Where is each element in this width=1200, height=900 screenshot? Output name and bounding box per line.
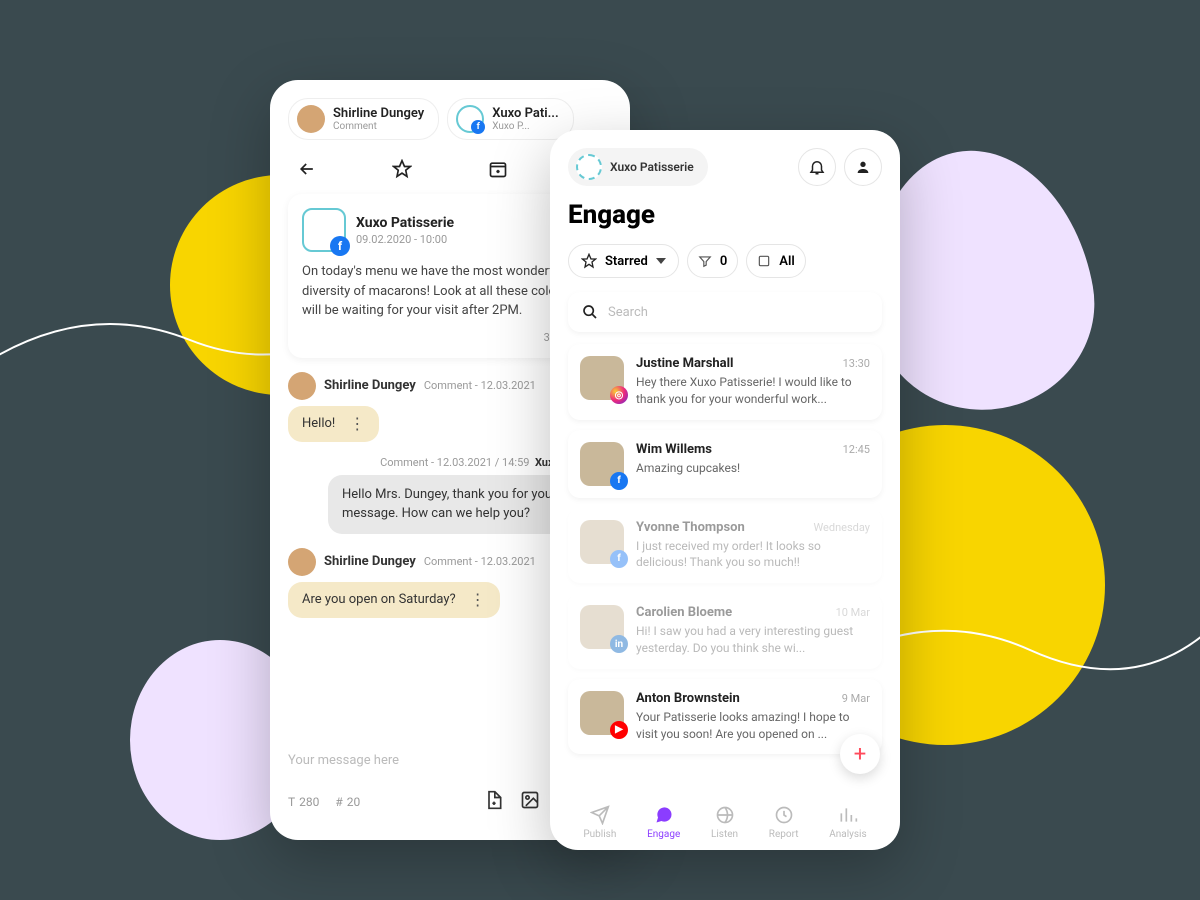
fb-icon: f [610, 472, 628, 490]
message-card[interactable]: fWim Willems12:45Amazing cupcakes! [568, 430, 882, 498]
comment-bubble[interactable]: Are you open on Saturday? ⋮ [288, 582, 500, 618]
brand-logo-icon [576, 154, 602, 180]
facebook-icon: f [330, 236, 350, 256]
avatar: f [580, 520, 624, 564]
li-icon: in [610, 635, 628, 653]
reply-bubble[interactable]: Hello Mrs. Dungey, thank you for your me… [328, 475, 588, 534]
more-icon[interactable]: ⋮ [349, 416, 365, 432]
message-card[interactable]: ▶Anton Brownstein9 MarYour Patisserie lo… [568, 679, 882, 755]
attach-image-icon[interactable] [520, 790, 540, 814]
notifications-button[interactable] [798, 148, 836, 186]
avatar [297, 105, 325, 133]
page-title: Engage [568, 200, 882, 230]
breadcrumb-brand[interactable]: f Xuxo Pati... Xuxo P... [447, 98, 573, 140]
avatar [288, 548, 316, 576]
more-icon[interactable]: ⋮ [470, 592, 486, 608]
tab-report[interactable]: Report [769, 804, 799, 840]
breadcrumb-user[interactable]: Shirline Dungey Comment [288, 98, 439, 140]
hashtag-count: # 20 [335, 795, 360, 809]
facebook-icon: f [471, 120, 485, 134]
tab-listen[interactable]: Listen [711, 804, 738, 840]
char-count: T 280 [288, 795, 319, 809]
back-icon[interactable] [296, 158, 318, 180]
avatar: f [456, 105, 484, 133]
avatar: ▶ [580, 691, 624, 735]
message-card[interactable]: inCarolien Bloeme10 MarHi! I saw you had… [568, 593, 882, 669]
ig-icon: ◎ [610, 386, 628, 404]
message-card[interactable]: fYvonne ThompsonWednesdayI just received… [568, 508, 882, 584]
message-card[interactable]: ◎Justine Marshall13:30Hey there Xuxo Pat… [568, 344, 882, 420]
chevron-down-icon [656, 258, 666, 264]
tab-bar: Publish Engage Listen Report Analysis [568, 794, 882, 840]
fb-icon: f [610, 550, 628, 568]
tab-engage[interactable]: Engage [647, 804, 680, 840]
filter-all[interactable]: All [746, 244, 805, 278]
yt-icon: ▶ [610, 721, 628, 739]
filter-count[interactable]: 0 [687, 244, 738, 278]
avatar: ◎ [580, 356, 624, 400]
search-icon [582, 304, 598, 320]
brand-avatar: f [302, 208, 346, 252]
search-box[interactable] [568, 292, 882, 332]
avatar: f [580, 442, 624, 486]
avatar [288, 372, 316, 400]
engage-phone: Xuxo Patisserie Engage Starred 0 All ◎Ju… [550, 130, 900, 850]
calendar-add-icon[interactable] [487, 158, 509, 180]
comment-bubble[interactable]: Hello! ⋮ [288, 406, 379, 442]
profile-button[interactable] [844, 148, 882, 186]
attach-file-icon[interactable] [484, 790, 504, 814]
add-button[interactable]: + [840, 734, 880, 774]
starred-filter[interactable]: Starred [568, 244, 679, 278]
star-icon[interactable] [391, 158, 413, 180]
tab-analysis[interactable]: Analysis [829, 804, 866, 840]
avatar: in [580, 605, 624, 649]
search-input[interactable] [608, 305, 868, 320]
tab-publish[interactable]: Publish [583, 804, 616, 840]
brand-selector[interactable]: Xuxo Patisserie [568, 148, 708, 186]
